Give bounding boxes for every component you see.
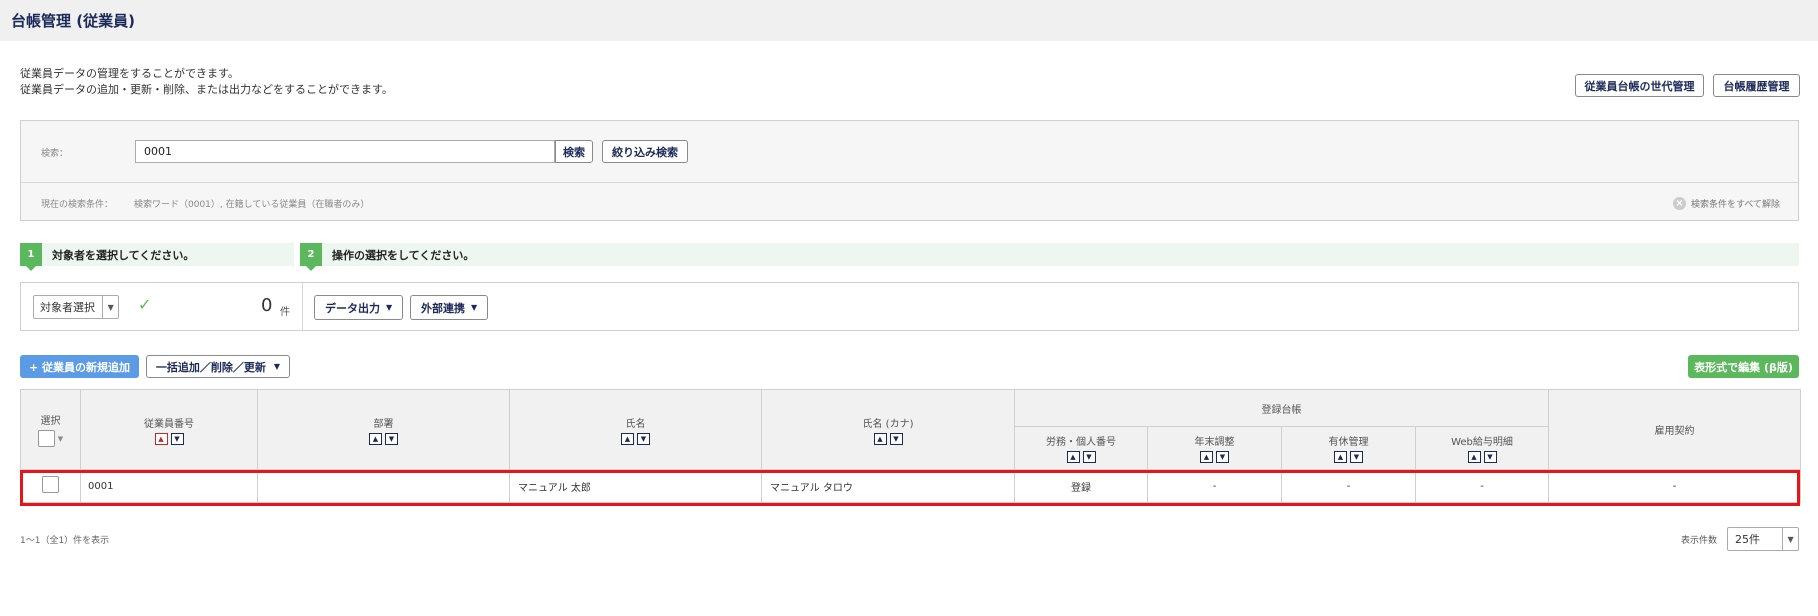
search-input[interactable]: [135, 140, 555, 163]
filter-search-button[interactable]: 絞り込み検索: [602, 140, 688, 163]
history-management-button[interactable]: 台帳履歴管理: [1713, 74, 1800, 97]
caret-down-icon: ▼: [273, 362, 281, 371]
employment-contract-cell: -: [1548, 469, 1801, 503]
sort-up-icon[interactable]: ▲: [154, 432, 168, 445]
employee-no-column-header: 従業員番号 ▲ ▼: [80, 389, 258, 470]
search-label: 検索：: [41, 149, 69, 159]
description-line-1: 従業員データの管理をすることができます。: [20, 67, 239, 80]
sort-up-icon[interactable]: ▲: [873, 432, 887, 445]
web-payslip-column-header: Web給与明細 ▲ ▼: [1415, 426, 1549, 470]
search-button[interactable]: 検索: [555, 140, 593, 163]
employee-no-header-label: 従業員番号: [144, 418, 194, 430]
sort-up-icon[interactable]: ▲: [1467, 451, 1481, 463]
paid-leave-header-label: 有休管理: [1328, 437, 1369, 448]
table-row[interactable]: 0001 マニュアル 太郎 マニュアル タロウ 登録 - - - -: [20, 469, 1801, 503]
year-end-cell: -: [1147, 469, 1282, 503]
title-bar: 台帳管理 (従業員): [0, 0, 1818, 41]
sort-up-icon[interactable]: ▲: [1334, 451, 1347, 463]
paid-leave-column-header: 有休管理 ▲ ▼: [1281, 426, 1416, 470]
description-line-2: 従業員データの追加・更新・削除、または出力などをすることができます。: [20, 83, 393, 96]
check-icon: ✓: [138, 295, 152, 314]
search-panel: 検索： 検索 絞り込み検索 現在の検索条件： 検索ワード（0001）, 在籍して…: [20, 120, 1799, 221]
sort-down-icon[interactable]: ▼: [1082, 451, 1096, 463]
sort-up-icon[interactable]: ▲: [369, 432, 382, 445]
result-range-text: 1～1（全1）件を表示: [20, 536, 110, 546]
sort-down-icon[interactable]: ▼: [1216, 451, 1229, 463]
step-1-number: 1: [20, 243, 42, 271]
sort-up-icon[interactable]: ▲: [621, 432, 634, 445]
clear-all-conditions[interactable]: × 検索条件をすべて解除: [1672, 197, 1780, 210]
search-divider: [21, 182, 1798, 183]
web-payslip-header-label: Web給与明細: [1451, 437, 1513, 448]
name-kana-header-label: 氏名 (カナ): [862, 418, 914, 430]
year-end-column-header: 年末調整 ▲ ▼: [1147, 426, 1282, 470]
year-end-header-label: 年末調整: [1194, 437, 1235, 448]
sort-down-icon[interactable]: ▼: [1483, 451, 1497, 463]
sort-down-icon[interactable]: ▼: [385, 432, 398, 445]
sort-up-icon[interactable]: ▲: [1066, 451, 1080, 463]
clear-all-label: 検索条件をすべて解除: [1690, 200, 1780, 210]
row-checkbox[interactable]: [42, 476, 59, 493]
external-link-label: 外部連携: [421, 301, 465, 315]
sort-down-icon[interactable]: ▼: [170, 432, 184, 445]
operation-panel: 対象者選択 ▼ ✓ 0 件 データ出力 ▼ 外部連携 ▼: [20, 282, 1799, 331]
selected-count: 0: [261, 295, 273, 316]
name-header-label: 氏名: [625, 418, 646, 430]
step-1-banner: 1 対象者を選択してください。: [20, 243, 294, 271]
caret-down-icon: ▼: [386, 303, 393, 312]
external-link-button[interactable]: 外部連携 ▼: [410, 295, 489, 320]
selected-count-unit: 件: [280, 307, 290, 318]
step-1-text: 対象者を選択してください。: [52, 248, 195, 262]
current-conditions-value: 検索ワード（0001）, 在籍している従業員（在職者のみ）: [134, 200, 370, 210]
target-select-dropdown[interactable]: 対象者選択 ▼: [33, 295, 119, 319]
per-page-label: 表示件数: [1681, 536, 1718, 546]
page-title: 台帳管理 (従業員): [11, 12, 135, 30]
labor-column-header: 労務・個人番号 ▲ ▼: [1014, 426, 1148, 470]
target-select-label: 対象者選択: [40, 301, 95, 314]
operation-divider: [302, 283, 303, 330]
labor-cell[interactable]: 登録: [1014, 469, 1148, 503]
chevron-down-icon[interactable]: ▼: [58, 435, 63, 443]
employment-contract-column-header: 雇用契約: [1548, 389, 1801, 470]
name-kana-cell: マニュアル タロウ: [761, 469, 1015, 503]
data-output-label: データ出力: [325, 301, 380, 315]
caret-down-icon: ▼: [471, 303, 478, 312]
labor-header-label: 労務・個人番号: [1046, 437, 1116, 448]
x-circle-icon: ×: [1672, 197, 1686, 210]
bulk-update-button[interactable]: 一括追加／削除／更新 ▼: [146, 355, 290, 378]
chevron-down-icon[interactable]: ▼: [102, 296, 118, 318]
web-payslip-cell: -: [1415, 469, 1549, 503]
per-page-value: 25件: [1735, 533, 1760, 546]
step-2-number: 2: [300, 243, 322, 271]
registry-group-header: 登録台帳: [1014, 389, 1549, 427]
row-select-cell: [20, 469, 81, 503]
department-column-header: 部署 ▲ ▼: [257, 389, 510, 470]
table-edit-button[interactable]: 表形式で編集 (β版): [1688, 355, 1799, 378]
sort-down-icon[interactable]: ▼: [637, 432, 650, 445]
paid-leave-cell: -: [1281, 469, 1416, 503]
current-conditions-label: 現在の検索条件：: [41, 200, 114, 210]
step-2-text: 操作の選択をしてください。: [332, 248, 475, 262]
select-column-header: 選択 ▼: [20, 389, 81, 470]
name-cell[interactable]: マニュアル 太郎: [509, 469, 762, 503]
department-header-label: 部署: [373, 418, 394, 430]
page-description: 従業員データの管理をすることができます。 従業員データの追加・更新・削除、または…: [20, 66, 393, 98]
select-header-label: 選択: [40, 416, 61, 427]
step-2-banner: 2 操作の選択をしてください。: [300, 243, 1799, 271]
data-output-button[interactable]: データ出力 ▼: [314, 295, 404, 320]
chevron-down-icon[interactable]: ▼: [1782, 528, 1798, 550]
sort-down-icon[interactable]: ▼: [889, 432, 903, 445]
add-employee-button[interactable]: + 従業員の新規追加: [20, 355, 139, 378]
employee-no-cell[interactable]: 0001: [80, 469, 258, 503]
bulk-update-label: 一括追加／削除／更新: [155, 360, 266, 374]
name-column-header: 氏名 ▲ ▼: [509, 389, 762, 470]
sort-up-icon[interactable]: ▲: [1200, 451, 1213, 463]
select-all-checkbox[interactable]: [37, 430, 55, 447]
generation-management-button[interactable]: 従業員台帳の世代管理: [1575, 74, 1704, 97]
department-cell: [257, 469, 510, 503]
sort-down-icon[interactable]: ▼: [1350, 451, 1363, 463]
per-page-select[interactable]: 25件 ▼: [1727, 527, 1799, 551]
name-kana-column-header: 氏名 (カナ) ▲ ▼: [761, 389, 1015, 470]
employee-table: 選択 ▼ 従業員番号 ▲▼ 部署 ▲▼ 氏名 ▲▼ 氏名 (カナ) ▲▼: [20, 389, 1801, 503]
